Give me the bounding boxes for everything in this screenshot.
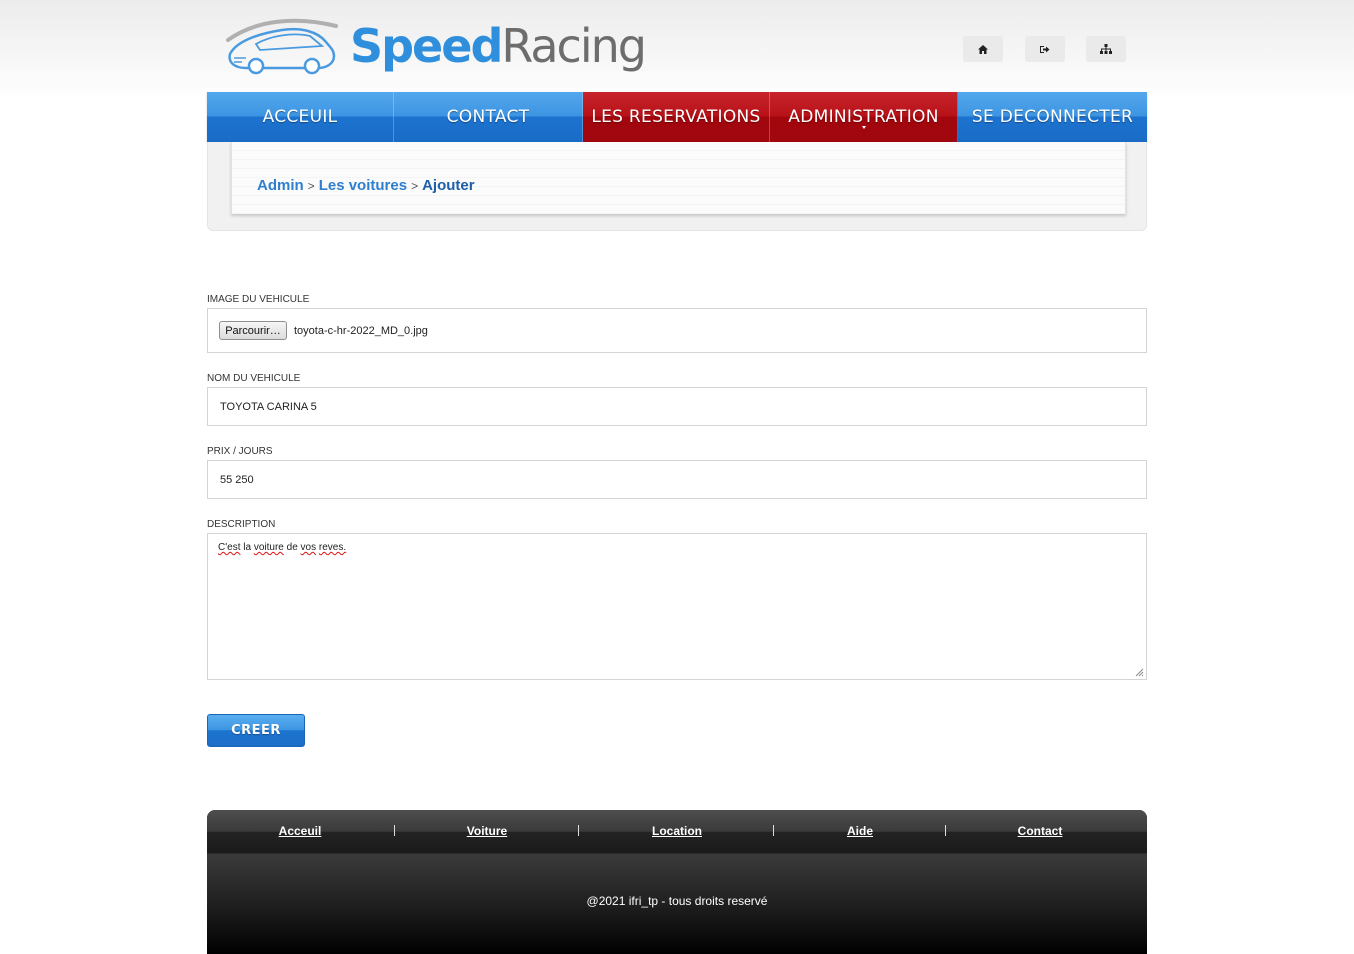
description-word: voiture [253,542,284,553]
copyright-text: @2021 ifri_tp - tous droits reservé [586,894,768,908]
create-button[interactable]: CREER [207,714,305,747]
price-label: PRIX / JOURS [207,446,273,457]
price-value: 55 250 [220,474,254,486]
breadcrumb-separator: > [411,179,419,193]
sitemap-icon[interactable] [1086,36,1126,62]
vehicle-name-value: TOYOTA CARINA 5 [220,401,317,413]
breadcrumb-separator: > [307,179,315,193]
nav-item-deconnecter[interactable]: Se deconnecter [958,92,1147,142]
nav-label: Les reservations [591,107,761,127]
description-word: C'est [218,542,241,553]
footer-link-contact[interactable]: Contact [1018,824,1063,838]
footer-separator [773,825,774,836]
resize-grip-icon[interactable] [1135,668,1144,677]
logo-racing: Racing [501,19,647,73]
breadcrumb: Admin > Les voitures > Ajouter [257,177,475,194]
price-input[interactable]: 55 250 [207,460,1147,499]
nav-label: Contact [446,107,530,127]
description-textarea[interactable]: C'est la voiture de vos reves. [207,533,1147,680]
sign-out-icon[interactable] [1025,36,1065,62]
nav-item-contact[interactable]: Contact [394,92,583,142]
name-label: NOM DU VEHICULE [207,373,301,384]
footer-separator [394,825,395,836]
footer-separator [945,825,946,836]
nav-label: Acceuil [262,107,338,127]
nav-label: Se deconnecter [971,107,1134,127]
car-logo-icon [226,18,338,75]
footer-link-voiture[interactable]: Voiture [467,824,507,838]
description-label: DESCRIPTION [207,519,276,530]
logo-wordmark: SpeedRacing [350,18,647,74]
nav-item-acceuil[interactable]: Acceuil [207,92,394,142]
footer: Acceuil Voiture Location Aide Contact @2… [207,810,1147,954]
description-word: vos [300,542,317,553]
footer-separator [578,825,579,836]
nav-label: Administration [788,107,939,127]
description-value: C'est la voiture de vos reves. [218,542,346,553]
selected-filename: toyota-c-hr-2022_MD_0.jpg [294,325,428,337]
footer-link-location[interactable]: Location [652,824,702,838]
nav-item-reservations[interactable]: Les reservations [583,92,770,142]
top-icon-bar [963,36,1163,62]
nav-item-administration[interactable]: Administration [770,92,958,142]
footer-link-aide[interactable]: Aide [847,824,873,838]
image-file-input[interactable]: Parcourir… toyota-c-hr-2022_MD_0.jpg [207,308,1147,353]
breadcrumb-panel: Admin > Les voitures > Ajouter [207,142,1147,231]
vehicle-name-input[interactable]: TOYOTA CARINA 5 [207,387,1147,426]
home-icon[interactable] [963,36,1003,62]
breadcrumb-voitures[interactable]: Les voitures [319,177,407,194]
breadcrumb-admin[interactable]: Admin [257,177,304,194]
footer-nav: Acceuil Voiture Location Aide Contact [207,810,1147,853]
dropdown-arrow-icon [861,126,866,129]
footer-link-acceuil[interactable]: Acceuil [279,824,322,838]
description-word: reves. [318,542,347,553]
breadcrumb-ajouter: Ajouter [422,177,475,194]
logo-speed: Speed [350,19,503,73]
speedracing-logo[interactable]: SpeedRacing [226,14,647,76]
main-nav: Acceuil Contact Les reservations Adminis… [207,92,1147,142]
description-word: de [286,542,298,553]
description-word: la [243,542,252,553]
image-label: IMAGE DU VEHICULE [207,294,310,305]
browse-button[interactable]: Parcourir… [219,321,287,340]
